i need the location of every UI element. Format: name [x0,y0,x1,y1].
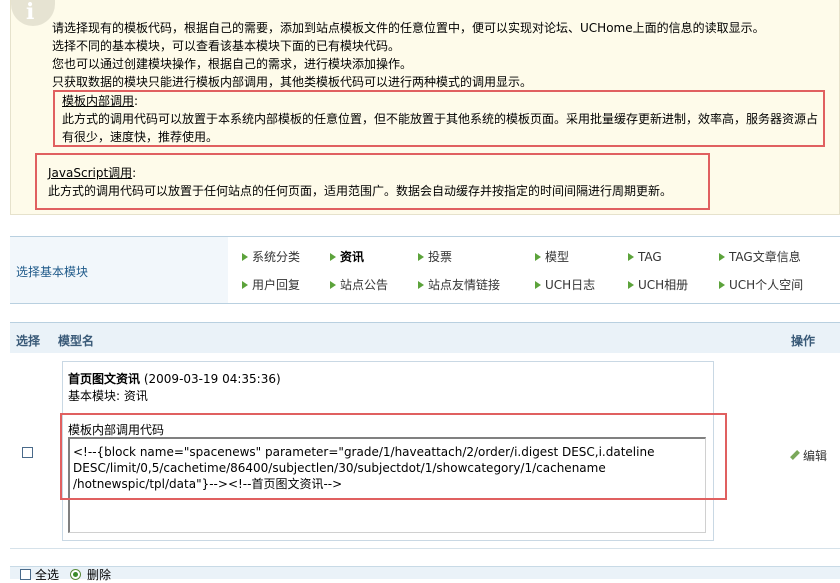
column-header-select: 选择 [16,334,41,348]
module-item-system-category[interactable]: 系统分类 [242,250,300,264]
module-item-poll[interactable]: 投票 [418,250,452,264]
module-item-uch-space[interactable]: UCH个人空间 [719,278,803,292]
arrow-icon [242,281,248,289]
select-all-label: 全选 [35,568,60,582]
module-item-uch-blog[interactable]: UCH日志 [535,278,595,292]
delete-label: 删除 [87,568,112,582]
info-icon: i [11,0,55,26]
highlight-box-internal [53,90,825,147]
module-item-user-reply[interactable]: 用户回复 [242,278,300,292]
info-line-3: 您也可以通过创建模块操作，根据自己的需求，进行模块添加操作。 [52,57,413,71]
arrow-icon [330,253,336,261]
table-footer [10,566,840,579]
highlight-box-js [35,153,710,210]
edit-link[interactable]: 编辑 [790,447,827,464]
module-item-tag[interactable]: TAG [628,250,662,264]
module-item-uch-album[interactable]: UCH相册 [628,278,688,292]
row-checkbox[interactable] [22,447,33,458]
info-line-1: 请选择现有的模板代码，根据自己的需要，添加到站点模板文件的任意位置中，便可以实现… [52,21,765,35]
module-item-friend-links[interactable]: 站点友情链接 [418,278,500,292]
arrow-icon [628,253,634,261]
model-title: 首页图文资讯 [68,372,141,386]
pencil-icon [790,450,800,460]
arrow-icon [628,281,634,289]
module-selector: 选择基本模块 [10,236,840,304]
module-selector-label: 选择基本模块 [16,265,89,279]
module-item-announcement[interactable]: 站点公告 [330,278,388,292]
arrow-icon [242,253,248,261]
column-header-action: 操作 [791,334,816,348]
model-date: (2009-03-19 04:35:36) [143,372,281,386]
arrow-icon [535,253,541,261]
model-base-module: 基本模块: 资讯 [68,389,148,403]
arrow-icon [418,281,424,289]
select-all-checkbox[interactable] [20,569,31,580]
table-header: 选择 模型名 操作 [10,322,840,355]
column-header-model-name: 模型名 [58,334,95,348]
module-item-news[interactable]: 资讯 [330,250,364,264]
highlight-box-code [60,413,727,500]
info-line-4: 只获取数据的模块只能进行模板内部调用，其他类模板代码可以进行两种模式的调用显示。 [52,75,533,89]
arrow-icon [535,281,541,289]
arrow-icon [719,253,725,261]
module-item-tag-article[interactable]: TAG文章信息 [719,250,801,264]
model-title-line: 首页图文资讯 (2009-03-19 04:35:36) [68,371,281,387]
arrow-icon [330,281,336,289]
module-selector-label-cell: 选择基本模块 [10,237,228,303]
delete-radio[interactable] [70,569,81,580]
arrow-icon [418,253,424,261]
arrow-icon [719,281,725,289]
info-line-2: 选择不同的基本模块，可以查看该基本模块下面的已有模块代码。 [52,39,401,53]
module-item-model[interactable]: 模型 [535,250,569,264]
